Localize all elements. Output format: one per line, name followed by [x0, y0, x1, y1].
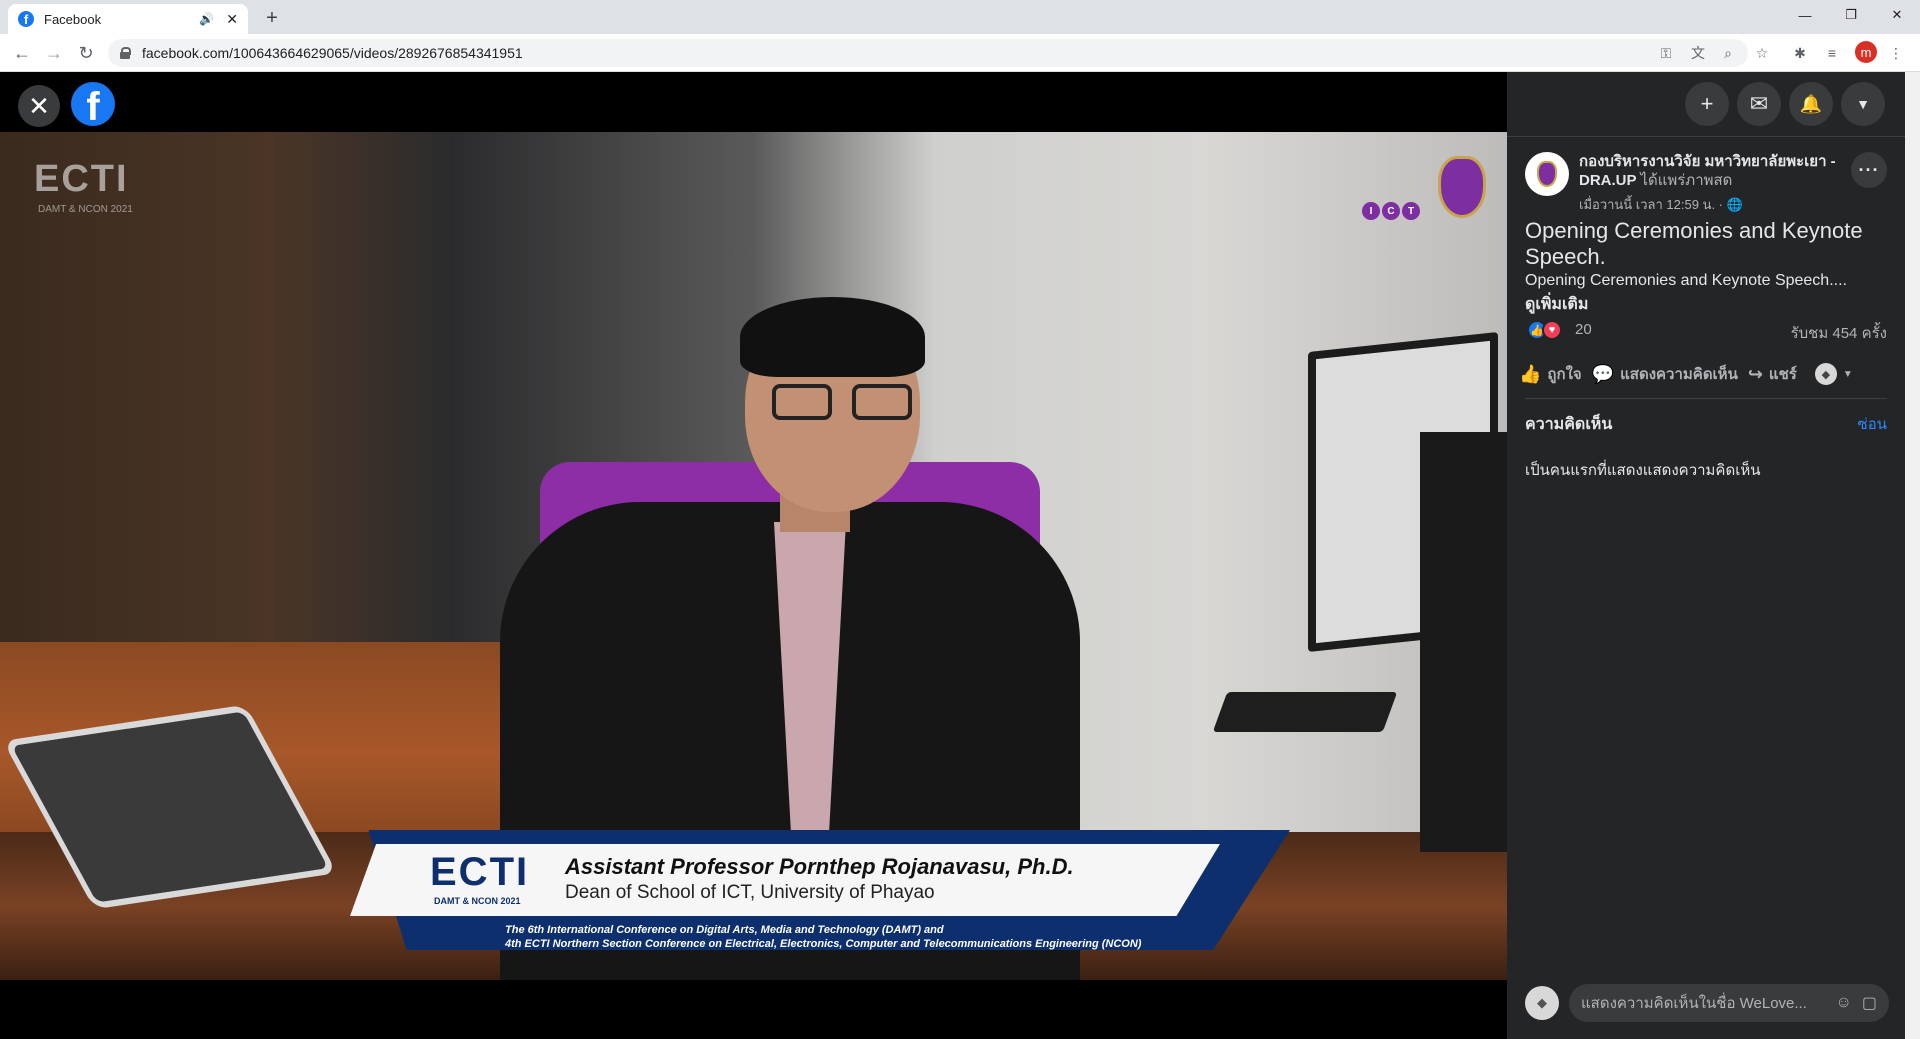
hair-shape [740, 297, 925, 377]
close-viewer-button[interactable]: ✕ [18, 85, 60, 127]
comment-bubble-icon: 💬 [1591, 363, 1615, 384]
post-title: Opening Ceremonies and Keynote Speech. [1525, 218, 1863, 269]
lower-third-ecti-subtitle: DAMT & NCON 2021 [434, 896, 521, 906]
back-arrow-icon[interactable]: ← [8, 39, 36, 67]
more-options-button[interactable]: ··· [1851, 152, 1887, 188]
first-comment-prompt: เป็นคนแรกที่แสดงแสดงความคิดเห็น [1525, 462, 1761, 479]
like-label: ถูกใจ [1547, 366, 1582, 383]
ecti-corner-logo-subtitle: DAMT & NCON 2021 [38, 204, 133, 215]
browser-tab-strip: f Facebook 🔊 ✕ + — ❐ ✕ [0, 0, 1920, 34]
window-close-button[interactable]: ✕ [1874, 0, 1920, 30]
forward-arrow-icon[interactable]: → [40, 39, 68, 67]
comment-input[interactable]: แสดงความคิดเห็นในชื่อ WeLove... ☺ ▢ [1569, 984, 1889, 1022]
reaction-count[interactable]: 20 [1575, 321, 1592, 338]
lock-icon[interactable] [120, 47, 131, 59]
video-frame[interactable]: ECTI DAMT & NCON 2021 I C T ECTI DAMT & … [0, 132, 1507, 980]
profile-avatar[interactable]: m [1855, 41, 1877, 63]
see-more-link[interactable]: ดูเพิ่มเติม [1525, 292, 1588, 317]
tab-close-icon[interactable]: ✕ [226, 11, 238, 28]
window-restore-button[interactable]: ❐ [1828, 0, 1874, 30]
share-arrow-icon: ↪ [1747, 363, 1763, 384]
comments-heading: ความคิดเห็น [1525, 416, 1613, 433]
page-scrollbar[interactable] [1905, 72, 1920, 1039]
facebook-logo-icon[interactable]: f [71, 82, 115, 126]
actions-divider [1525, 398, 1887, 399]
post-actions-bar: 👍 ถูกใจ 💬 แสดงความคิดเห็น ↪ แชร์ ◆ ▼ [1519, 356, 1899, 392]
conference-line-2: 4th ECTI Northern Section Conference on … [505, 938, 1142, 950]
glasses-shape [772, 384, 932, 420]
facebook-favicon-icon: f [18, 11, 34, 27]
comment-input-placeholder[interactable]: แสดงความคิดเห็นในชื่อ WeLove... [1581, 991, 1826, 1015]
ict-logo-letter: C [1382, 202, 1400, 220]
browser-menu-icon[interactable]: ⋮ [1886, 43, 1906, 63]
url-text[interactable]: facebook.com/100643664629065/videos/2892… [142, 45, 523, 61]
new-tab-button[interactable]: + [258, 4, 286, 32]
post-as-avatar[interactable]: ◆ [1814, 363, 1837, 385]
commenter-avatar[interactable]: ◆ [1525, 986, 1559, 1020]
post-as-caret-icon[interactable]: ▼ [1843, 369, 1853, 380]
browser-toolbar: ← → ↻ facebook.com/100643664629065/video… [0, 34, 1920, 72]
comment-button[interactable]: 💬 แสดงความคิดเห็น [1592, 362, 1738, 386]
panel-divider [1507, 136, 1905, 137]
page-avatar[interactable] [1525, 152, 1569, 196]
conference-line-1: The 6th International Conference on Digi… [505, 924, 944, 936]
window-minimize-button[interactable]: — [1782, 0, 1828, 30]
notifications-bell-icon[interactable]: 🔔 [1789, 82, 1833, 126]
reload-icon[interactable]: ↻ [72, 39, 100, 67]
view-count: รับชม 454 ครั้ง [1790, 325, 1887, 342]
hide-comments-link[interactable]: ซ่อน [1858, 412, 1887, 436]
speaker-lower-third: ECTI DAMT & NCON 2021 Assistant Professo… [330, 830, 1290, 950]
lower-third-ecti-logo: ECTI [430, 850, 530, 894]
extensions-icon[interactable]: ✱ [1790, 43, 1810, 63]
address-bar[interactable]: facebook.com/100643664629065/videos/2892… [108, 39, 1748, 67]
video-viewer: ✕ f ECTI DAMT & NCON 2021 I C T ECTI DAM… [0, 72, 1507, 1039]
ict-logo: I C T [1362, 182, 1422, 232]
browser-tab[interactable]: f Facebook 🔊 ✕ [8, 4, 248, 34]
create-plus-icon[interactable]: + [1685, 82, 1729, 126]
post-timestamp[interactable]: เมื่อวานนี้ เวลา 12:59 น. · 🌐 [1579, 194, 1743, 215]
love-reaction-icon[interactable]: ♥ [1542, 320, 1562, 340]
thumbs-up-icon: 👍 [1519, 363, 1542, 384]
post-description: Opening Ceremonies and Keynote Speech...… [1525, 272, 1847, 289]
page-name-line: กองบริหารงานวิจัย มหาวิทยาลัยพะเยา - DRA… [1579, 152, 1849, 190]
ict-logo-letter: I [1362, 202, 1380, 220]
ict-logo-letter: T [1402, 202, 1420, 220]
messenger-icon[interactable]: ✉ [1737, 82, 1781, 126]
speaker-role: Dean of School of ICT, University of Pha… [565, 882, 935, 903]
media-control-icon[interactable]: ≡ [1822, 43, 1842, 63]
page-action-text: ได้แพร่ภาพสด [1640, 172, 1733, 189]
key-icon[interactable]: ⚿ [1656, 43, 1676, 63]
computer-tower-shape [1420, 432, 1507, 852]
university-emblem-icon [1537, 161, 1557, 187]
zoom-icon[interactable]: ⌕ [1718, 43, 1738, 63]
like-button[interactable]: 👍 ถูกใจ [1519, 362, 1582, 386]
ecti-corner-logo: ECTI [34, 158, 129, 200]
comment-label: แสดงความคิดเห็น [1620, 366, 1738, 383]
audio-playing-icon[interactable]: 🔊 [199, 12, 214, 26]
translate-icon[interactable]: 文 [1688, 43, 1708, 63]
tab-title: Facebook [44, 11, 102, 27]
speaker-name: Assistant Professor Pornthep Rojanavasu,… [565, 854, 1074, 879]
share-button[interactable]: ↪ แชร์ [1748, 362, 1797, 386]
bookmark-star-icon[interactable]: ☆ [1752, 43, 1772, 63]
keyboard-shape [1212, 692, 1398, 732]
account-menu-caret-icon[interactable]: ▼ [1841, 82, 1885, 126]
university-emblem-logo [1438, 156, 1486, 218]
emoji-icon[interactable]: ☺ [1836, 994, 1852, 1012]
post-side-panel: + ✉ 🔔 ▼ กองบริหารงานวิจัย มหาวิทยาลัยพะเ… [1507, 72, 1905, 1039]
share-label: แชร์ [1768, 366, 1797, 383]
sticker-icon[interactable]: ▢ [1862, 993, 1877, 1013]
